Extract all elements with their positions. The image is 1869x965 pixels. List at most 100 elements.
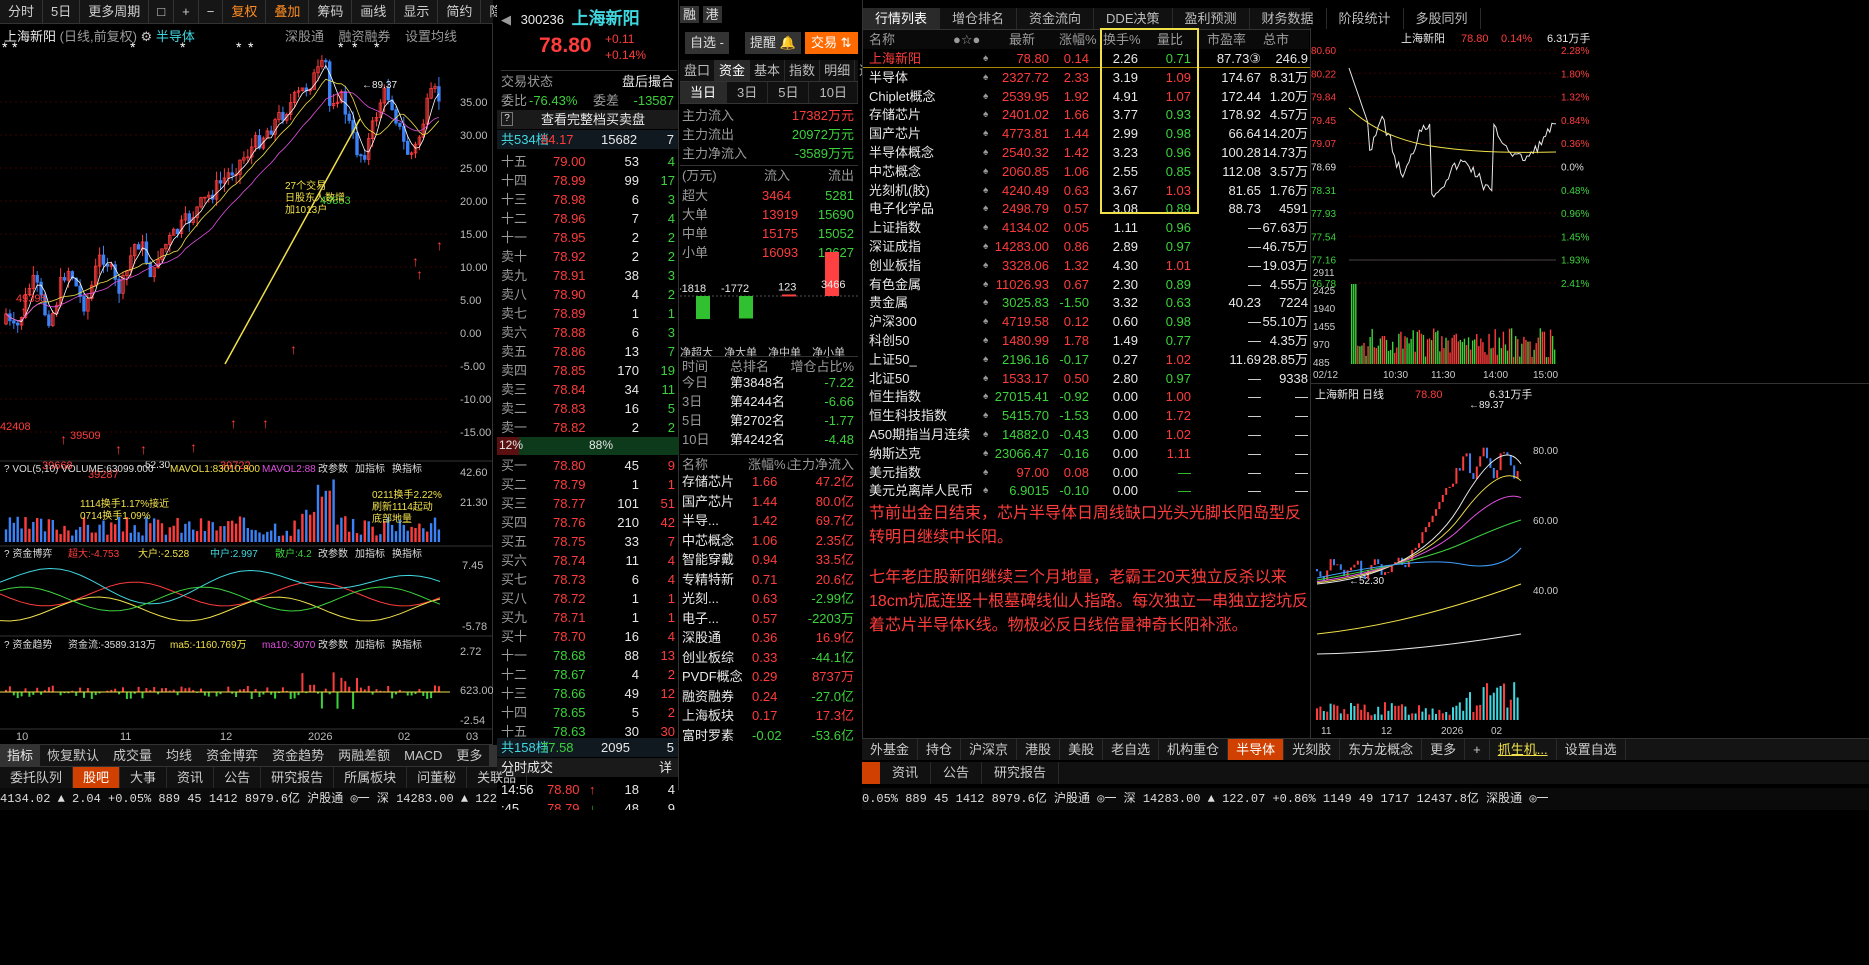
fund-tab-2[interactable]: 基本 <box>750 60 786 81</box>
market-row[interactable]: 国产芯片 ♠ 4773.81 1.44 2.99 0.98 66.64 14.20万 <box>863 124 1310 143</box>
market-name[interactable]: 中芯概念 <box>869 162 921 181</box>
market-row[interactable]: 沪深300 ♠ 4719.58 0.12 0.60 0.98 —55.10万 <box>863 312 1310 331</box>
market-name[interactable]: Chiplet概念 <box>869 87 935 106</box>
sector-name[interactable]: PVDF概念 <box>682 667 743 686</box>
watchlist-tab-0[interactable]: 外基金 <box>862 739 919 760</box>
sector-row[interactable]: 国产芯片 1.44 80.0亿 <box>680 492 858 511</box>
period-tab-0[interactable]: 当日 <box>680 82 728 103</box>
sector-row[interactable]: 智能穿戴 0.94 33.5亿 <box>680 550 858 569</box>
sector-name[interactable]: 电子... <box>682 609 719 628</box>
sector-name[interactable]: 存储芯片 <box>682 472 734 491</box>
sector-row[interactable]: 创业板综 0.33 -44.1亿 <box>680 648 858 667</box>
market-row[interactable]: Chiplet概念 ♠ 2539.95 1.92 4.91 1.07 172.44 1.20万 <box>863 87 1310 106</box>
market-name[interactable]: 纳斯达克 <box>869 444 921 463</box>
indicator-tab-5[interactable]: 资金趋势 <box>265 745 331 766</box>
market-name[interactable]: 恒生科技指数 <box>869 406 947 425</box>
trend-switch-button[interactable]: 换指标 <box>392 638 422 651</box>
info-tab-right-0[interactable]: 资讯 <box>880 762 932 784</box>
market-row[interactable]: 美元兑离岸人民币 ♠ 6.9015 -0.10 0.00 — — — <box>863 481 1310 500</box>
toolbar-item-1[interactable]: 5日 <box>43 0 81 23</box>
full-orderbook-button[interactable]: 查看完整档买卖盘 <box>541 110 645 129</box>
market-name[interactable]: 上证指数 <box>869 218 921 237</box>
indicator-tab-7[interactable]: MACD <box>397 745 449 766</box>
sector-name[interactable]: 专精特新 <box>682 570 734 589</box>
period-tab-1[interactable]: 3日 <box>727 82 769 103</box>
market-tab-4[interactable]: 盈利预测 <box>1173 8 1250 29</box>
market-row[interactable]: 有色金属 ♠ 11026.93 0.67 2.30 0.89 — 4.55万 <box>863 275 1310 294</box>
sector-name[interactable]: 中芯概念 <box>682 531 734 550</box>
market-name[interactable]: 美元指数 <box>869 463 921 482</box>
market-row[interactable]: 恒生科技指数 ♠ 5415.70 -1.53 0.00 1.72 — — <box>863 406 1310 425</box>
market-name[interactable]: 恒生指数 <box>869 387 921 406</box>
market-col-head[interactable]: 最新 <box>1009 30 1035 49</box>
info-tab-right-2[interactable]: 研究报告 <box>982 762 1060 784</box>
sector-row[interactable]: 半导... 1.42 69.7亿 <box>680 511 858 530</box>
market-row[interactable]: 北证50 ♠ 1533.17 0.50 2.80 0.97 — 9338 <box>863 369 1310 388</box>
watchlist-tab-10[interactable]: 更多 <box>1422 739 1466 760</box>
fund-params-button[interactable]: 改参数 <box>318 547 348 560</box>
market-row[interactable]: 电子化学品 ♠ 2498.79 0.57 3.08 0.89 88.73 4591 <box>863 199 1310 218</box>
sector-row[interactable]: 专精特新 0.71 20.6亿 <box>680 570 858 589</box>
info-tab-6[interactable]: 所属板块 <box>334 767 408 788</box>
watchlist-tab-6[interactable]: 机构重仓 <box>1159 739 1229 760</box>
indicator-tab-1[interactable]: 恢复默认 <box>40 745 106 766</box>
sector-name[interactable]: 上海板块 <box>682 706 734 725</box>
market-tab-5[interactable]: 财务数据 <box>1250 8 1327 29</box>
watchlist-tab-5[interactable]: 老自选 <box>1103 739 1160 760</box>
sector-name[interactable]: 富时罗素 <box>682 726 734 745</box>
sector-name[interactable]: 融资融券 <box>682 687 734 706</box>
market-row[interactable]: 半导体 ♠ 2327.72 2.33 3.19 1.09 174.67 8.31万 <box>863 68 1310 87</box>
sector-row[interactable]: 融资融券 0.24 -27.0亿 <box>680 687 858 706</box>
watchlist-tab-7[interactable]: 半导体 <box>1228 739 1285 760</box>
info-tab-right-1[interactable]: 公告 <box>931 762 983 784</box>
market-row[interactable]: 纳斯达克 ♠ 23066.47 -0.16 0.00 1.11 — — <box>863 444 1310 463</box>
market-col-head[interactable]: ●☆● <box>953 30 980 49</box>
fund-tab-1[interactable]: 资金 <box>715 60 751 81</box>
fund-tab-3[interactable]: 指数 <box>785 60 821 81</box>
info-tab-4[interactable]: 公告 <box>214 767 262 788</box>
info-tab-1[interactable]: 股吧 <box>73 767 121 788</box>
vol-switch-button[interactable]: 换指标 <box>392 462 422 475</box>
market-row[interactable]: A50期指当月连续 ♠ 14882.0 -0.43 0.00 1.02 — — <box>863 425 1310 444</box>
market-col-head[interactable]: 总市 <box>1263 30 1289 49</box>
market-row[interactable]: 光刻机(胶) ♠ 4240.49 0.63 3.67 1.03 81.65 1.76万 <box>863 181 1310 200</box>
info-tab-3[interactable]: 资讯 <box>167 767 215 788</box>
toolbar-item-11[interactable]: 简约 <box>438 0 482 23</box>
market-tab-2[interactable]: 资金流向 <box>1017 8 1095 29</box>
market-row[interactable]: 存储芯片 ♠ 2401.02 1.66 3.77 0.93 178.92 4.57万 <box>863 105 1310 124</box>
info-tab-8[interactable]: 关联品 <box>467 767 528 788</box>
market-name[interactable]: 深证成指 <box>869 237 921 256</box>
sector-name[interactable]: 半导... <box>682 511 719 530</box>
fund-tab-4[interactable]: 明细 <box>820 60 856 81</box>
toolbar-item-8[interactable]: 筹码 <box>309 0 353 23</box>
market-name[interactable]: 沪深300 <box>869 312 917 331</box>
fund-add-button[interactable]: 加指标 <box>355 547 385 560</box>
toolbar-item-9[interactable]: 画线 <box>352 0 396 23</box>
info-tab-5[interactable]: 研究报告 <box>261 767 335 788</box>
vol-add-button[interactable]: 加指标 <box>355 462 385 475</box>
watchlist-tab-13[interactable]: 设置自选 <box>1557 739 1626 760</box>
sector-row[interactable]: 上海板块 0.17 17.3亿 <box>680 706 858 725</box>
sector-row[interactable]: 存储芯片 1.66 47.2亿 <box>680 472 858 491</box>
market-row[interactable]: 上证50_ ♠ 2196.16 -0.17 0.27 1.02 11.69 28.85万 <box>863 350 1310 369</box>
market-row[interactable]: 中芯概念 ♠ 2060.85 1.06 2.55 0.85 112.08 3.57万 <box>863 162 1310 181</box>
toolbar-item-7[interactable]: 叠加 <box>266 0 310 23</box>
sector-name[interactable]: 国产芯片 <box>682 492 734 511</box>
toolbar-item-10[interactable]: 显示 <box>395 0 439 23</box>
market-name[interactable]: 创业板指 <box>869 256 921 275</box>
period-tab-2[interactable]: 5日 <box>768 82 810 103</box>
market-name[interactable]: 光刻机(胶) <box>869 181 930 200</box>
alert-button[interactable]: 提醒 🔔 <box>745 32 801 54</box>
sector-name[interactable]: 创业板综 <box>682 648 734 667</box>
prev-stock-icon[interactable]: ◀ <box>501 12 511 27</box>
watchlist-tab-4[interactable]: 美股 <box>1060 739 1104 760</box>
indicator-tab-3[interactable]: 均线 <box>159 745 199 766</box>
indicator-tab-6[interactable]: 两融差额 <box>331 745 397 766</box>
intraday-chart[interactable]: 上海新阳 78.80 0.14% 6.31万手 80.60 2.28% 80.22 1.80%… <box>1311 28 1869 383</box>
sector-row[interactable]: 电子... 0.57 -2203万 <box>680 609 858 628</box>
ticks-detail-button[interactable]: 详 <box>659 758 672 777</box>
market-tab-6[interactable]: 阶段统计 <box>1327 8 1404 29</box>
market-name[interactable]: 半导体 <box>869 68 908 87</box>
market-row[interactable]: 恒生指数 ♠ 27015.41 -0.92 0.00 1.00 — — <box>863 387 1310 406</box>
market-row[interactable]: 创业板指 ♠ 3328.06 1.32 4.30 1.01 —19.03万 <box>863 256 1310 275</box>
